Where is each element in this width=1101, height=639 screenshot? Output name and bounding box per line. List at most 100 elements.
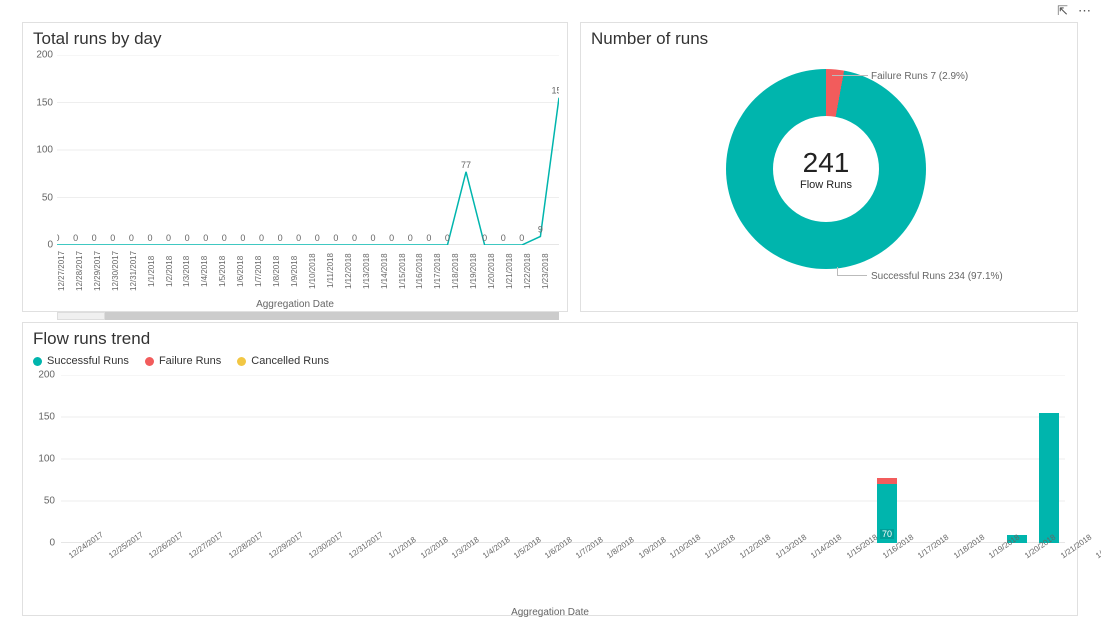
x-tick-label: 1/20/2018 <box>487 245 505 297</box>
bar-column[interactable] <box>450 375 482 543</box>
bar-column[interactable] <box>158 375 190 543</box>
horizontal-scrollbar[interactable] <box>57 312 559 320</box>
bar-column[interactable] <box>709 375 741 543</box>
x-tick-label: 1/10/2018 <box>308 245 326 297</box>
bar-column[interactable] <box>838 375 870 543</box>
legend-label: Cancelled Runs <box>251 355 329 367</box>
legend-label: Failure Runs <box>159 355 221 367</box>
x-tick-label: 1/17/2018 <box>433 245 451 297</box>
svg-text:0: 0 <box>426 233 431 243</box>
legend-item-success[interactable]: Successful Runs <box>33 355 129 367</box>
more-options-icon[interactable]: ⋯ <box>1078 3 1091 19</box>
svg-text:0: 0 <box>110 233 115 243</box>
card-number-of-runs[interactable]: Number of runs 241 Flow Runs Failure Run… <box>580 22 1078 312</box>
svg-text:0: 0 <box>482 233 487 243</box>
bar-column[interactable] <box>936 375 968 543</box>
svg-text:0: 0 <box>371 233 376 243</box>
donut-ring[interactable]: 241 Flow Runs <box>726 69 926 269</box>
donut-center: 241 Flow Runs <box>773 116 879 222</box>
x-tick-label: 1/2/2018 <box>165 245 183 297</box>
bar-column[interactable] <box>223 375 255 543</box>
scrollbar-thumb[interactable] <box>57 312 105 320</box>
legend-swatch-cancelled <box>237 357 246 366</box>
y-tick: 0 <box>27 538 55 549</box>
donut-center-value: 241 <box>803 147 850 179</box>
card-total-runs[interactable]: Total runs by day 0 50 100 150 200 00000… <box>22 22 568 312</box>
bar-column[interactable] <box>903 375 935 543</box>
bar-column[interactable] <box>126 375 158 543</box>
bar-column[interactable] <box>774 375 806 543</box>
svg-text:0: 0 <box>92 233 97 243</box>
x-axis-labels: 12/27/201712/28/201712/29/201712/30/2017… <box>57 245 559 297</box>
bar-segment-success[interactable] <box>1039 413 1059 543</box>
legend-item-cancelled[interactable]: Cancelled Runs <box>237 355 329 367</box>
x-tick-label: 12/29/2017 <box>93 245 111 297</box>
report-toolbar: ⇱ ⋯ <box>1057 3 1091 19</box>
legend-swatch-failure <box>145 357 154 366</box>
donut-callout-failure: Failure Runs 7 (2.9%) <box>871 71 968 82</box>
svg-text:155: 155 <box>551 86 559 96</box>
svg-text:0: 0 <box>129 233 134 243</box>
x-tick-label: 1/11/2018 <box>326 245 344 297</box>
bar-column[interactable] <box>968 375 1000 543</box>
bar-column[interactable] <box>612 375 644 543</box>
x-tick-label: 1/3/2018 <box>182 245 200 297</box>
share-icon[interactable]: ⇱ <box>1057 3 1068 19</box>
svg-text:0: 0 <box>57 233 60 243</box>
bar-column[interactable] <box>806 375 838 543</box>
bar-column[interactable] <box>353 375 385 543</box>
svg-text:0: 0 <box>240 233 245 243</box>
y-tick: 0 <box>27 240 53 251</box>
bar-column[interactable] <box>288 375 320 543</box>
x-axis-caption: Aggregation Date <box>23 299 567 310</box>
bar-column[interactable] <box>514 375 546 543</box>
bar-chart-plot-area[interactable]: 0 50 100 150 200 70 <box>61 375 1065 543</box>
x-tick-label: 1/1/2018 <box>147 245 165 297</box>
y-tick: 50 <box>27 192 53 203</box>
bar-column[interactable]: 70 <box>871 375 903 543</box>
x-tick-label: 12/27/2017 <box>57 245 75 297</box>
svg-text:0: 0 <box>389 233 394 243</box>
bar-column[interactable] <box>644 375 676 543</box>
bar-column[interactable] <box>1033 375 1065 543</box>
x-tick-label: 1/5/2018 <box>218 245 236 297</box>
chart-title-total: Total runs by day <box>23 23 567 51</box>
bar-column[interactable] <box>191 375 223 543</box>
bar-column[interactable] <box>579 375 611 543</box>
bar-column[interactable] <box>676 375 708 543</box>
x-tick-label: 12/30/2017 <box>111 245 129 297</box>
svg-text:0: 0 <box>408 233 413 243</box>
x-tick-label: 1/21/2018 <box>505 245 523 297</box>
donut-chart-area[interactable]: 241 Flow Runs Failure Runs 7 (2.9%) Succ… <box>581 51 1077 291</box>
bar-column[interactable] <box>93 375 125 543</box>
bar-column[interactable] <box>741 375 773 543</box>
legend-item-failure[interactable]: Failure Runs <box>145 355 221 367</box>
x-tick-label: 1/14/2018 <box>380 245 398 297</box>
y-tick: 200 <box>27 370 55 381</box>
bar-value-label: 70 <box>880 529 894 539</box>
donut-center-label: Flow Runs <box>800 179 852 191</box>
y-tick: 100 <box>27 145 53 156</box>
x-tick-label: 12/31/2017 <box>129 245 147 297</box>
chart-title-trend: Flow runs trend <box>23 323 1077 351</box>
svg-text:0: 0 <box>147 233 152 243</box>
bar-column[interactable] <box>320 375 352 543</box>
x-tick-label: 1/7/2018 <box>254 245 272 297</box>
bar-column[interactable] <box>61 375 93 543</box>
bar-column[interactable] <box>385 375 417 543</box>
bar-column[interactable] <box>1000 375 1032 543</box>
bar-column[interactable] <box>255 375 287 543</box>
svg-text:77: 77 <box>461 160 471 170</box>
bar-column[interactable] <box>547 375 579 543</box>
svg-text:0: 0 <box>352 233 357 243</box>
card-flow-runs-trend[interactable]: Flow runs trend Successful Runs Failure … <box>22 322 1078 616</box>
svg-text:0: 0 <box>185 233 190 243</box>
line-chart-plot-area[interactable]: 0 50 100 150 200 00000000000000000000007… <box>57 55 559 245</box>
bar-column[interactable] <box>482 375 514 543</box>
y-tick: 50 <box>27 496 55 507</box>
chart-title-number: Number of runs <box>581 23 1077 51</box>
y-tick: 100 <box>27 454 55 465</box>
bar-column[interactable] <box>417 375 449 543</box>
svg-text:0: 0 <box>315 233 320 243</box>
x-tick-label: 1/8/2018 <box>272 245 290 297</box>
